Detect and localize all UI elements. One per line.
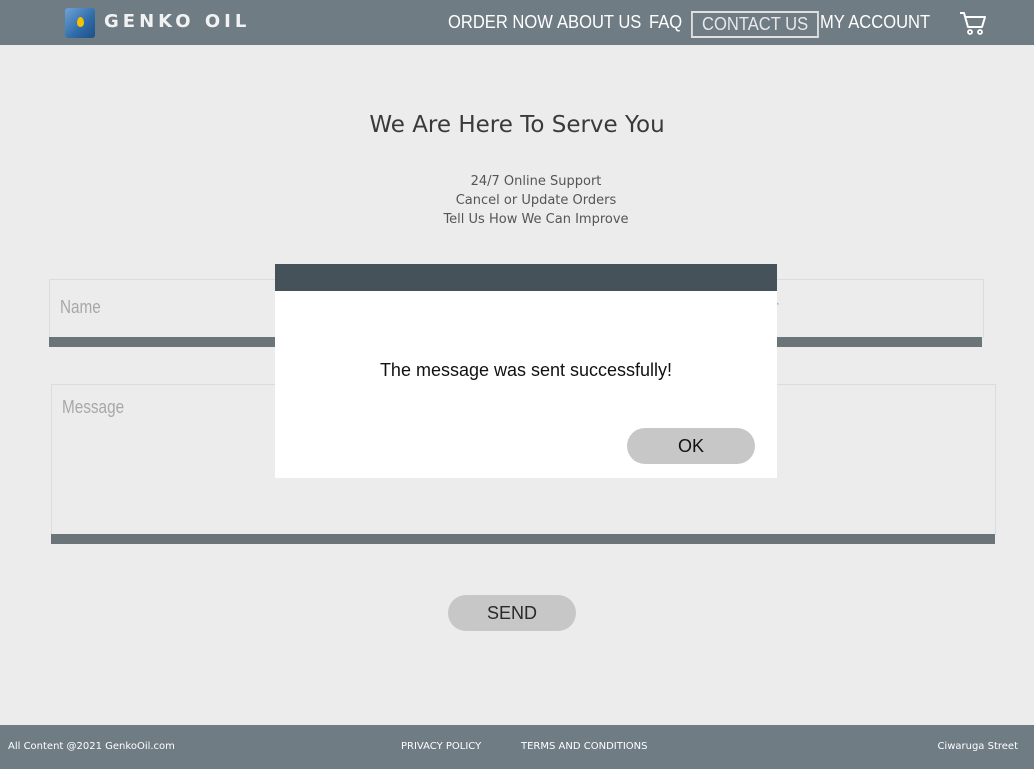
- success-dialog: The message was sent successfully! OK: [275, 264, 777, 478]
- address-text: Ciwaruga Street: [937, 741, 1018, 752]
- support-line-2: Cancel or Update Orders: [455, 193, 617, 208]
- logo[interactable]: [65, 8, 95, 38]
- dialog-header: [275, 264, 777, 291]
- name-field[interactable]: Name: [49, 279, 311, 338]
- terms-link[interactable]: TERMS AND CONDITIONS: [521, 741, 647, 752]
- send-button[interactable]: SEND: [448, 595, 576, 631]
- privacy-policy-link[interactable]: PRIVACY POLICY: [401, 741, 481, 752]
- nav-my-account[interactable]: MY ACCOUNT: [820, 12, 930, 33]
- nav-order-now[interactable]: ORDER NOW: [448, 12, 553, 33]
- site-header: GENKO OIL ORDER NOW ABOUT US FAQ CONTACT…: [0, 0, 1034, 45]
- ok-button[interactable]: OK: [627, 428, 755, 464]
- support-line-3: Tell Us How We Can Improve: [443, 212, 629, 227]
- support-line-1: 24/7 Online Support: [470, 174, 602, 189]
- page-title: We Are Here To Serve You: [369, 112, 665, 138]
- nav-about-us[interactable]: ABOUT US: [557, 12, 641, 33]
- message-field-underline: [51, 534, 995, 544]
- dialog-message: The message was sent successfully!: [379, 360, 673, 380]
- oil-drop-icon: [77, 17, 84, 27]
- site-footer: All Content @2021 GenkoOil.com PRIVACY P…: [0, 725, 1034, 769]
- name-placeholder: Name: [60, 297, 101, 317]
- copyright-text: All Content @2021 GenkoOil.com: [8, 741, 175, 752]
- nav-contact-us[interactable]: CONTACT US: [691, 11, 820, 38]
- message-placeholder: Message: [62, 397, 125, 417]
- nav-faq[interactable]: FAQ: [649, 12, 682, 33]
- name-field-underline: [49, 337, 309, 347]
- brand-name[interactable]: GENKO OIL: [104, 11, 250, 32]
- cart-icon[interactable]: [958, 10, 988, 36]
